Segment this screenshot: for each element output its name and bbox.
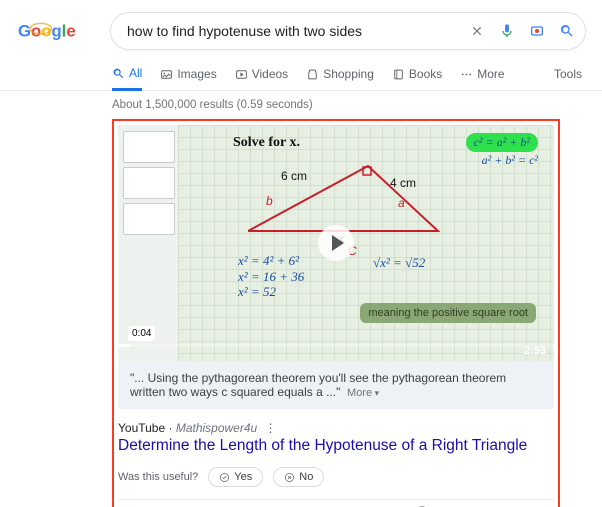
x-circle-icon: [284, 472, 295, 483]
search-input[interactable]: [125, 22, 463, 40]
solve-label: Solve for x.: [233, 135, 300, 151]
tools-label: Tools: [554, 67, 582, 81]
current-time-badge: 0:04: [128, 326, 155, 341]
source-site: YouTube: [118, 421, 165, 435]
tools-link[interactable]: Tools: [554, 59, 582, 89]
result-title-link[interactable]: Determine the Length of the Hypotenuse o…: [118, 437, 554, 455]
formula-highlight: c² = a² + b²: [466, 133, 538, 152]
tab-all[interactable]: All: [112, 58, 142, 91]
slide-thumb: [123, 167, 175, 199]
lens-icon[interactable]: [529, 23, 545, 39]
mic-icon[interactable]: [499, 23, 515, 39]
video-preview[interactable]: Solve for x. c² = a² + b² a² + b² = c² 6…: [118, 125, 554, 361]
side-b: b: [266, 195, 273, 207]
search-icon[interactable]: [559, 23, 575, 39]
feedback-yes-button[interactable]: Yes: [208, 467, 263, 487]
formula-sub: a² + b² = c²: [482, 153, 538, 168]
snippet-text: "... Using the pythagorean theorem you'l…: [118, 361, 554, 409]
tab-more[interactable]: More: [460, 59, 504, 89]
about-featured-snippets[interactable]: ? About Featured Snippets: [118, 499, 554, 507]
tab-label: More: [477, 67, 504, 81]
side-4cm: 4 cm: [390, 177, 416, 189]
play-icon[interactable]: [318, 225, 354, 261]
caption-bubble: meaning the positive square root: [360, 303, 536, 323]
duration-label: 2:53: [524, 345, 546, 357]
side-a: a: [398, 197, 405, 209]
side-6cm: 6 cm: [281, 170, 307, 182]
search-tabs: All Images Videos Shopping Books More To…: [0, 58, 602, 91]
featured-snippet: Solve for x. c² = a² + b² a² + b² = c² 6…: [112, 119, 560, 507]
slide-thumb: [123, 131, 175, 163]
tab-label: Videos: [252, 67, 288, 81]
tab-books[interactable]: Books: [392, 59, 442, 89]
result-stats: About 1,500,000 results (0.59 seconds): [112, 99, 560, 111]
search-box[interactable]: [110, 12, 586, 50]
clear-icon[interactable]: [469, 23, 485, 39]
tab-videos[interactable]: Videos: [235, 59, 288, 89]
useful-label: Was this useful?: [118, 471, 198, 483]
tab-shopping[interactable]: Shopping: [306, 59, 374, 89]
math-work: x² = 4² + 6² x² = 16 + 36 x² = 52: [238, 253, 304, 300]
tab-label: Shopping: [323, 67, 374, 81]
feedback-row: Was this useful? Yes No: [118, 467, 554, 487]
google-logo[interactable]: Google: [18, 17, 88, 45]
feedback-no-button[interactable]: No: [273, 467, 324, 487]
tab-label: All: [129, 66, 142, 80]
tab-label: Images: [177, 67, 216, 81]
slide-thumb: [123, 203, 175, 235]
more-link[interactable]: More: [347, 387, 379, 399]
progress-bar[interactable]: [118, 344, 554, 347]
tab-label: Books: [409, 67, 442, 81]
sqrt-step: √x² = √52: [373, 255, 425, 271]
checkmark-circle-icon: [219, 472, 230, 483]
source-author: Mathispower4u: [176, 421, 257, 435]
tab-images[interactable]: Images: [160, 59, 216, 89]
result-source: YouTube · Mathispower4u ⋮: [118, 421, 554, 435]
kebab-icon[interactable]: ⋮: [265, 421, 277, 435]
